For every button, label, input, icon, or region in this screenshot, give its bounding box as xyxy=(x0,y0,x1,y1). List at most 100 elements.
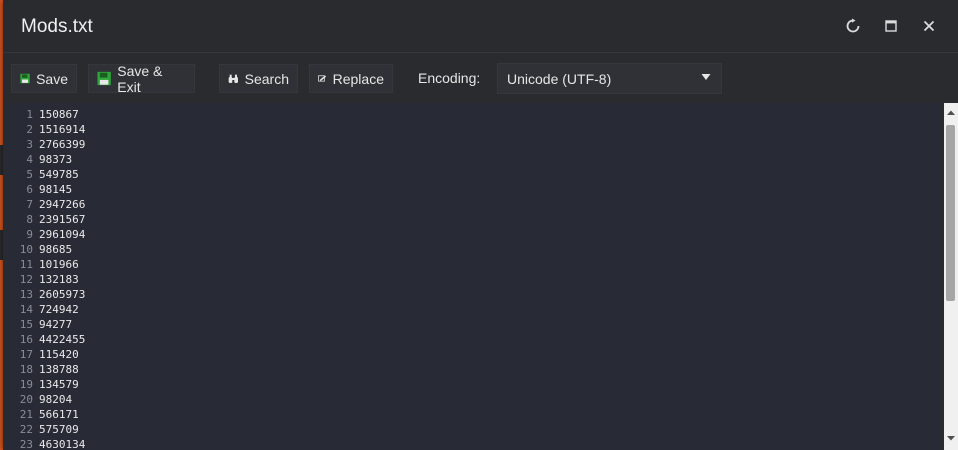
editor-line[interactable]: 9 2961094 xyxy=(6,227,941,242)
editor-line[interactable]: 12 132183 xyxy=(6,272,941,287)
line-text: 98204 xyxy=(39,393,73,406)
editor-line[interactable]: 18 138788 xyxy=(6,362,941,377)
line-number: 6 xyxy=(26,183,33,196)
line-number: 8 xyxy=(26,213,33,226)
floppy-disk-icon xyxy=(97,71,111,86)
line-number: 9 xyxy=(26,228,33,241)
line-number: 17 xyxy=(19,348,33,361)
editor-line[interactable]: 14 724942 xyxy=(6,302,941,317)
editor-line[interactable]: 21 566171 xyxy=(6,407,941,422)
text-editor[interactable]: 1 150867 2 1516914 3 2766399 4 98373 5 549785 6 981… xyxy=(6,103,941,450)
line-text: 115420 xyxy=(39,348,79,361)
encoding-select[interactable]: Unicode (UTF-8) xyxy=(497,63,722,94)
line-text: 4422455 xyxy=(39,333,86,346)
line-text: 132183 xyxy=(39,273,79,286)
line-text: 2766399 xyxy=(39,138,86,151)
editor-line[interactable]: 22 575709 xyxy=(6,422,941,437)
line-number: 16 xyxy=(19,333,33,346)
encoding-label: Encoding: xyxy=(418,70,481,86)
line-text: 724942 xyxy=(39,303,79,316)
line-text: 566171 xyxy=(39,408,79,421)
editor-line[interactable]: 3 2766399 xyxy=(6,137,941,152)
line-text: 98685 xyxy=(39,243,73,256)
line-number: 5 xyxy=(26,168,33,181)
line-text: 134579 xyxy=(39,378,79,391)
line-number: 21 xyxy=(19,408,33,421)
line-text: 2961094 xyxy=(39,228,86,241)
editor-line[interactable]: 16 4422455 xyxy=(6,332,941,347)
scrollbar-thumb[interactable] xyxy=(946,125,955,301)
editor-line[interactable]: 20 98204 xyxy=(6,392,941,407)
editor-line[interactable]: 5 549785 xyxy=(6,167,941,182)
line-text: 101966 xyxy=(39,258,79,271)
save-button[interactable]: Save xyxy=(11,64,77,93)
scroll-down-arrow-icon[interactable] xyxy=(946,433,956,443)
save-and-exit-button[interactable]: Save & Exit xyxy=(88,62,195,95)
close-icon xyxy=(923,20,935,32)
chevron-down-icon xyxy=(701,74,711,80)
replace-button-label: Replace xyxy=(332,70,384,87)
line-text: 549785 xyxy=(39,168,79,181)
refresh-button[interactable] xyxy=(842,15,864,37)
refresh-icon xyxy=(846,18,860,33)
line-number: 3 xyxy=(26,138,33,151)
title-bar: Mods.txt xyxy=(3,0,958,52)
editor-line[interactable]: 1 150867 xyxy=(6,107,941,122)
line-number: 13 xyxy=(19,288,33,301)
save-and-exit-label: Save & Exit xyxy=(117,62,163,95)
replace-button[interactable]: Replace xyxy=(309,64,393,93)
close-button[interactable] xyxy=(918,15,940,37)
window-title: Mods.txt xyxy=(21,16,93,37)
maximize-button[interactable] xyxy=(880,15,902,37)
editor-line[interactable]: 8 2391567 xyxy=(6,212,941,227)
scroll-up-arrow-icon[interactable] xyxy=(946,108,956,118)
line-text: 138788 xyxy=(39,363,79,376)
line-text: 98145 xyxy=(39,183,73,196)
line-number: 14 xyxy=(19,303,33,316)
line-number: 4 xyxy=(26,153,33,166)
toolbar: Save Save & Exit Search Replace Encoding… xyxy=(3,52,958,102)
line-number: 18 xyxy=(19,363,33,376)
line-text: 2605973 xyxy=(39,288,86,301)
editor-line[interactable]: 2 1516914 xyxy=(6,122,941,137)
editor-line[interactable]: 17 115420 xyxy=(6,347,941,362)
line-text: 94277 xyxy=(39,318,73,331)
line-number: 23 xyxy=(19,438,33,450)
editor-line[interactable]: 23 4630134 xyxy=(6,437,941,450)
vertical-scrollbar[interactable] xyxy=(944,103,958,450)
editor-line[interactable]: 7 2947266 xyxy=(6,197,941,212)
line-number: 2 xyxy=(26,123,33,136)
replace-icon xyxy=(318,74,327,82)
line-number: 10 xyxy=(19,243,33,256)
line-number: 20 xyxy=(19,393,33,406)
line-text: 1516914 xyxy=(39,123,86,136)
line-text: 2947266 xyxy=(39,198,86,211)
line-text: 98373 xyxy=(39,153,73,166)
editor-line[interactable]: 13 2605973 xyxy=(6,287,941,302)
line-text: 575709 xyxy=(39,423,79,436)
editor-line[interactable]: 6 98145 xyxy=(6,182,941,197)
floppy-disk-icon xyxy=(20,73,30,84)
line-number: 19 xyxy=(19,378,33,391)
line-number: 15 xyxy=(19,318,33,331)
search-button-label: Search xyxy=(244,70,289,87)
save-button-label: Save xyxy=(36,70,68,87)
search-button[interactable]: Search xyxy=(219,64,298,93)
editor-line[interactable]: 10 98685 xyxy=(6,242,941,257)
editor-line[interactable]: 4 98373 xyxy=(6,152,941,167)
line-number: 1 xyxy=(26,108,33,121)
binoculars-icon xyxy=(228,74,238,83)
line-text: 2391567 xyxy=(39,213,86,226)
line-number: 7 xyxy=(26,198,33,211)
encoding-value: Unicode (UTF-8) xyxy=(507,70,612,87)
editor-line[interactable]: 11 101966 xyxy=(6,257,941,272)
line-number: 11 xyxy=(19,258,33,271)
line-text: 150867 xyxy=(39,108,79,121)
line-number: 22 xyxy=(19,423,33,436)
maximize-icon xyxy=(885,20,897,32)
editor-dialog: Mods.txt Save Save & Exit Search Replace… xyxy=(3,0,958,450)
editor-line[interactable]: 19 134579 xyxy=(6,377,941,392)
line-text: 4630134 xyxy=(39,438,86,450)
editor-line[interactable]: 15 94277 xyxy=(6,317,941,332)
line-number: 12 xyxy=(19,273,33,286)
